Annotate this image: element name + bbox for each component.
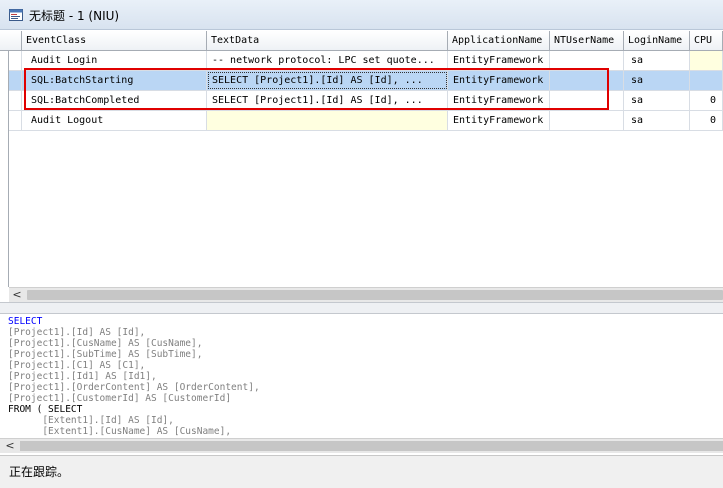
- row-indicator: [9, 51, 22, 70]
- sql-line: [Project1].[CusName] AS [CusName],: [8, 338, 203, 349]
- trace-window-icon: [9, 9, 23, 21]
- table-row[interactable]: Audit Login -- network protocol: LPC set…: [9, 51, 723, 71]
- column-header-textdata[interactable]: TextData: [207, 31, 448, 50]
- title-bar: 无标题 - 1 (NIU): [0, 0, 723, 30]
- row-indicator: [9, 111, 22, 130]
- cell-applicationname: EntityFramework: [448, 71, 550, 90]
- grid-corner: [0, 31, 22, 51]
- cell-ntusername: [550, 51, 624, 70]
- sql-line: [Project1].[Id1] AS [Id1],: [8, 371, 157, 382]
- scroll-left-arrow-icon[interactable]: <: [9, 288, 25, 302]
- cell-loginname: sa: [624, 51, 690, 70]
- sql-line: [Extent1].[Id] AS [Id],: [8, 415, 174, 426]
- cell-eventclass: Audit Login: [22, 51, 207, 70]
- row-indicator: [9, 71, 22, 90]
- table-row[interactable]: SQL:BatchCompleted SELECT [Project1].[Id…: [9, 91, 723, 111]
- row-indicator: [9, 91, 22, 110]
- cell-cpu: 0: [690, 111, 723, 130]
- sql-line: FROM ( SELECT: [8, 404, 83, 415]
- column-header-eventclass[interactable]: EventClass: [22, 31, 207, 50]
- cell-ntusername: [550, 71, 624, 90]
- scroll-left-arrow-icon[interactable]: <: [2, 439, 18, 453]
- cell-cpu: [690, 51, 723, 70]
- grid-header: EventClass TextData ApplicationName NTUs…: [9, 31, 723, 51]
- sql-line: [Project1].[C1] AS [C1],: [8, 360, 146, 371]
- cell-eventclass: Audit Logout: [22, 111, 207, 130]
- grid-horizontal-scrollbar[interactable]: <: [9, 287, 723, 302]
- cell-textdata: SELECT [Project1].[Id] AS [Id], ...: [207, 71, 448, 90]
- cell-applicationname: EntityFramework: [448, 51, 550, 70]
- cell-textdata: -- network protocol: LPC set quote...: [207, 51, 448, 70]
- cell-cpu: [690, 71, 723, 90]
- row-header-strip: [0, 31, 9, 287]
- cell-eventclass: SQL:BatchCompleted: [22, 91, 207, 110]
- column-header-ntusername[interactable]: NTUserName: [550, 31, 624, 50]
- trace-grid[interactable]: EventClass TextData ApplicationName NTUs…: [9, 31, 723, 287]
- sql-line: [Project1].[SubTime] AS [SubTime],: [8, 349, 203, 360]
- scrollbar-thumb[interactable]: [20, 441, 723, 451]
- cell-loginname: sa: [624, 111, 690, 130]
- cell-applicationname: EntityFramework: [448, 111, 550, 130]
- pane-splitter[interactable]: [0, 302, 723, 314]
- table-row[interactable]: Audit Logout EntityFramework sa 0: [9, 111, 723, 131]
- column-header-cpu[interactable]: CPU: [690, 31, 723, 50]
- sql-line: [Extent1].[CusName] AS [CusName],: [8, 426, 232, 437]
- cell-ntusername: [550, 91, 624, 110]
- sql-text-pane[interactable]: SELECT [Project1].[Id] AS [Id], [Project…: [0, 314, 723, 438]
- status-bar: 正在跟踪。: [0, 455, 723, 488]
- sql-line: [Project1].[CustomerId] AS [CustomerId]: [8, 393, 232, 404]
- cell-eventclass: SQL:BatchStarting: [22, 71, 207, 90]
- cell-loginname: sa: [624, 91, 690, 110]
- cell-loginname: sa: [624, 71, 690, 90]
- status-text: 正在跟踪。: [9, 465, 70, 479]
- scrollbar-thumb[interactable]: [27, 290, 723, 300]
- cell-textdata: SELECT [Project1].[Id] AS [Id], ...: [207, 91, 448, 110]
- sql-line: [Project1].[OrderContent] AS [OrderConte…: [8, 382, 260, 393]
- column-header-applicationname[interactable]: ApplicationName: [448, 31, 550, 50]
- sql-line: [Project1].[Id] AS [Id],: [8, 327, 146, 338]
- sql-horizontal-scrollbar[interactable]: <: [0, 438, 723, 453]
- table-row-selected[interactable]: SQL:BatchStarting SELECT [Project1].[Id]…: [9, 71, 723, 91]
- cell-textdata: [207, 111, 448, 130]
- cell-applicationname: EntityFramework: [448, 91, 550, 110]
- cell-ntusername: [550, 111, 624, 130]
- sql-line: SELECT: [8, 316, 43, 327]
- cell-cpu: 0: [690, 91, 723, 110]
- column-header-loginname[interactable]: LoginName: [624, 31, 690, 50]
- window-title: 无标题 - 1 (NIU): [29, 9, 120, 23]
